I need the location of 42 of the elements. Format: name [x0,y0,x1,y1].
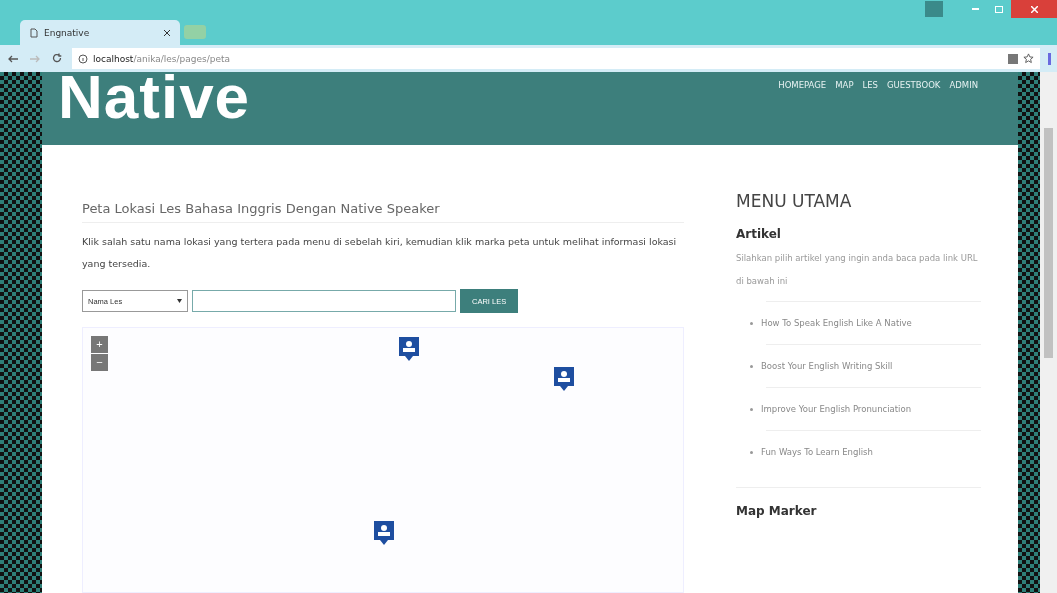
nav-link[interactable]: ADMIN [949,80,978,90]
address-bar[interactable]: localhost/anika/les/pages/peta [72,48,1040,69]
maximize-icon [995,5,1003,13]
url-host: localhost [93,53,134,64]
bullet-icon [750,407,753,411]
zoom-out-button[interactable]: − [91,354,108,371]
browser-tab[interactable]: Engnative [20,20,180,45]
zoom-in-button[interactable]: + [91,336,108,353]
minimize-icon [971,8,979,10]
bullet-icon [750,321,753,325]
nav-link[interactable]: LES [862,80,879,90]
article-link[interactable]: Fun Ways To Learn English [761,447,873,457]
map-marker-icon[interactable] [553,366,575,392]
close-button[interactable] [1011,0,1057,18]
map-marker-icon[interactable] [373,520,395,546]
map-marker-icon[interactable] [398,336,420,362]
close-tab-button[interactable] [164,27,170,38]
section-text: Silahkan pilih artikel yang ingin anda baca pada link URL di bawah ini [736,252,979,288]
section-title: Map Marker [736,504,818,518]
info-icon [78,53,88,64]
article-link[interactable]: Boost Your English Writing Skill [761,361,893,371]
tab-title: Engnative [44,27,91,38]
nav-link[interactable]: MAP [835,80,854,90]
article-link[interactable]: Improve Your English Pronunciation [761,404,912,414]
scrollbar[interactable] [1040,72,1057,593]
page-heading: Peta Lokasi Les Bahasa Inggris Dengan Native Speaker [82,201,684,223]
dropdown-icon [177,299,182,303]
article-link[interactable]: How To Speak English Like A Native [761,318,912,328]
search-field[interactable] [192,290,456,312]
bullet-icon [750,450,753,454]
nav-link[interactable]: GUESTBOOK [887,80,941,90]
page-icon [30,27,38,38]
bullet-icon [750,364,753,368]
map[interactable]: + − [82,327,684,593]
sidebar-title: MENU UTAMA [736,191,853,211]
star-icon[interactable] [1023,53,1034,64]
section-title: Artikel [736,227,782,241]
site-logo[interactable]: Native [58,72,251,122]
close-icon [1030,5,1038,13]
intro-text: Klik salah satu nama lokasi yang tertera pada menu di sebelah kiri, kemudian klik marka peta untuk melihat informasi lokasi yang tersedia. [82,235,678,271]
url-path: /anika/les/pages/peta [133,53,230,64]
nav-link[interactable]: HOMEPAGE [778,80,827,90]
